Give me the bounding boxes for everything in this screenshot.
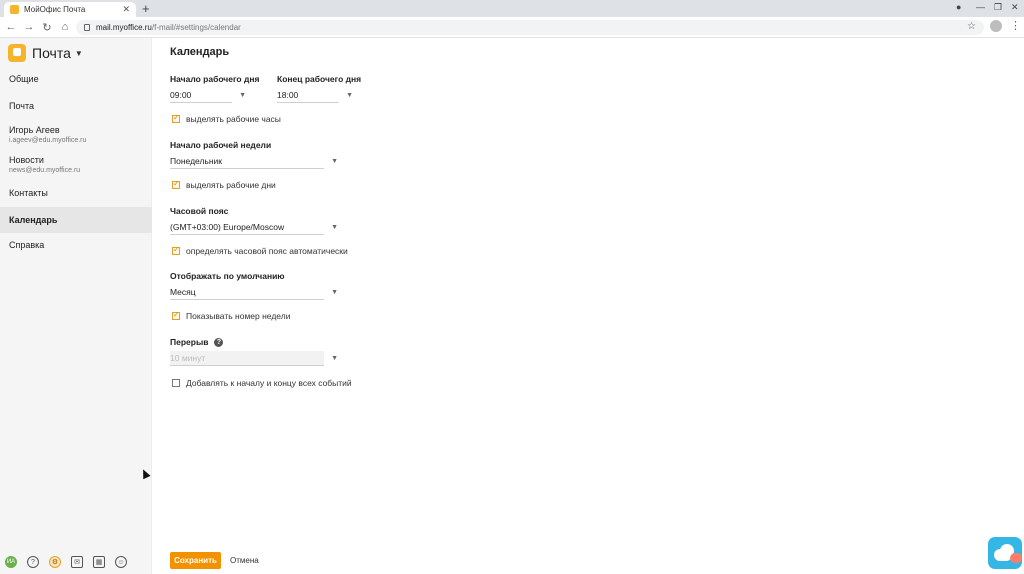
bookmark-star-icon[interactable]: ☆ xyxy=(967,21,976,32)
week-number-checkbox[interactable]: Показывать номер недели xyxy=(172,310,291,321)
caret-down-icon: ▼ xyxy=(331,288,338,296)
sidebar-item-mail[interactable]: Почта xyxy=(0,101,152,115)
sidebar-item-label: Игорь Агеев xyxy=(9,125,60,135)
checkbox-unchecked-icon xyxy=(172,379,180,387)
reload-icon[interactable]: ↻ xyxy=(38,21,56,34)
default-view-value: Месяц xyxy=(170,287,196,297)
caret-down-icon: ▼ xyxy=(331,354,338,362)
sidebar-item-label: Почта xyxy=(9,101,34,111)
app-switcher[interactable]: Почта ▼ xyxy=(8,44,83,62)
forward-arrow-icon[interactable]: → xyxy=(20,21,38,33)
week-start-value: Понедельник xyxy=(170,156,223,166)
bottom-app-bar: ИА ? ⚙ ✉ ▦ ☺ xyxy=(0,550,152,574)
browser-tabbar: МойОфис Почта ✕ + ● — ❐ ✕ xyxy=(0,0,1024,17)
workday-end-value: 18:00 xyxy=(277,90,299,100)
caret-down-icon: ▼ xyxy=(331,157,338,165)
sidebar-item-email: news@edu.myoffice.ru xyxy=(9,167,81,174)
new-tab-icon[interactable]: + xyxy=(142,1,150,16)
break-label-row: Перерыв ? xyxy=(170,337,224,347)
sidebar-item-label: Контакты xyxy=(9,188,48,198)
home-icon[interactable]: ⌂ xyxy=(56,21,74,33)
default-view-select[interactable]: Месяц ▼ xyxy=(170,285,338,300)
lock-icon xyxy=(84,24,90,31)
help-icon[interactable]: ? xyxy=(27,556,39,568)
add-break-label: Добавлять к началу и концу всех событий xyxy=(186,378,352,388)
timezone-label: Часовой пояс xyxy=(170,206,229,216)
myoffice-favicon-icon xyxy=(10,5,19,14)
sidebar-item-help[interactable]: Справка xyxy=(0,240,152,254)
sidebar-item-account-ageev[interactable]: Игорь Агеев i.ageev@edu.myoffice.ru xyxy=(0,125,152,149)
highlight-hours-label: выделять рабочие часы xyxy=(186,114,281,124)
sidebar-item-account-news[interactable]: Новости news@edu.myoffice.ru xyxy=(0,155,152,179)
workday-start-label: Начало рабочего дня xyxy=(170,74,260,84)
url-path: /f-mail/#settings/calendar xyxy=(151,23,241,32)
settings-gear-icon[interactable]: ⚙ xyxy=(49,556,61,568)
auto-timezone-label: определять часовой пояс автоматически xyxy=(186,246,348,256)
url-host: mail.myoffice.ru xyxy=(96,23,152,32)
back-arrow-icon[interactable]: ← xyxy=(2,21,20,33)
highlight-days-checkbox[interactable]: выделять рабочие дни xyxy=(172,179,276,190)
calendar-icon[interactable]: ▦ xyxy=(93,556,105,568)
browser-toolbar: ← → ↻ ⌂ mail.myoffice.ru/f-mail/#setting… xyxy=(0,17,1024,38)
sidebar-item-label: Календарь xyxy=(9,215,58,225)
cloud-accent xyxy=(1010,553,1022,563)
week-number-label: Показывать номер недели xyxy=(186,311,291,321)
auto-timezone-checkbox[interactable]: определять часовой пояс автоматически xyxy=(172,245,348,256)
mail-icon[interactable]: ✉ xyxy=(71,556,83,568)
break-label: Перерыв xyxy=(170,337,209,347)
sidebar-item-label: Новости xyxy=(9,155,44,165)
timezone-select[interactable]: (GMT+03:00) Europe/Moscow ▼ xyxy=(170,220,338,235)
sidebar-item-contacts[interactable]: Контакты xyxy=(0,188,152,202)
record-icon[interactable]: ● xyxy=(956,2,961,12)
profile-avatar-icon[interactable] xyxy=(990,20,1002,32)
checkbox-checked-icon xyxy=(172,310,180,320)
workday-end-select[interactable]: 18:00 ▼ xyxy=(277,88,353,103)
checkbox-checked-icon xyxy=(172,245,180,255)
close-window-icon[interactable]: ✕ xyxy=(1011,2,1019,13)
sidebar-item-calendar[interactable]: Календарь xyxy=(0,207,152,233)
contacts-icon[interactable]: ☺ xyxy=(115,556,127,568)
sidebar-item-email: i.ageev@edu.myoffice.ru xyxy=(9,137,87,144)
break-select: 10 минут ▼ xyxy=(170,351,338,366)
browser-tab[interactable]: МойОфис Почта ✕ xyxy=(4,2,136,17)
sidebar-item-general[interactable]: Общие xyxy=(0,74,152,88)
caret-down-icon: ▼ xyxy=(331,223,338,231)
caret-down-icon: ▼ xyxy=(74,48,83,58)
page-title: Календарь xyxy=(170,46,230,58)
address-bar[interactable]: mail.myoffice.ru/f-mail/#settings/calend… xyxy=(76,20,984,35)
checkbox-checked-icon xyxy=(172,113,180,123)
help-question-icon[interactable]: ? xyxy=(214,337,224,347)
sidebar-item-label: Справка xyxy=(9,240,45,250)
workday-end-label: Конец рабочего дня xyxy=(277,74,362,84)
highlight-hours-checkbox[interactable]: выделять рабочие часы xyxy=(172,113,281,124)
tab-title: МойОфис Почта xyxy=(24,5,86,14)
highlight-days-label: выделять рабочие дни xyxy=(186,180,276,190)
week-start-select[interactable]: Понедельник ▼ xyxy=(170,154,338,169)
checkbox-checked-icon xyxy=(172,179,180,189)
caret-down-icon: ▼ xyxy=(239,91,246,99)
sidebar: Почта ▼ Общие Почта Игорь Агеев i.ageev@… xyxy=(0,38,152,574)
cloud-widget-icon[interactable] xyxy=(988,537,1022,569)
settings-panel: Календарь Начало рабочего дня 09:00 ▼ Ко… xyxy=(152,38,1024,574)
app-name: Почта xyxy=(32,45,71,61)
close-tab-icon[interactable]: ✕ xyxy=(122,4,130,15)
timezone-value: (GMT+03:00) Europe/Moscow xyxy=(170,222,285,232)
save-button[interactable]: Сохранить xyxy=(170,552,221,569)
browser-menu-icon[interactable]: ⋮ xyxy=(1010,19,1021,32)
week-start-label: Начало рабочей недели xyxy=(170,140,272,150)
cancel-button[interactable]: Отмена xyxy=(230,556,259,565)
break-value: 10 минут xyxy=(170,353,206,363)
restore-icon[interactable]: ❐ xyxy=(994,2,1002,13)
mail-app-logo-icon xyxy=(8,44,26,62)
minimize-icon[interactable]: — xyxy=(976,2,985,12)
sidebar-item-label: Общие xyxy=(9,74,39,84)
add-break-checkbox[interactable]: Добавлять к началу и концу всех событий xyxy=(172,378,352,388)
caret-down-icon: ▼ xyxy=(346,91,353,99)
workday-start-value: 09:00 xyxy=(170,90,192,100)
default-view-label: Отображать по умолчанию xyxy=(170,271,285,281)
workday-start-select[interactable]: 09:00 ▼ xyxy=(170,88,246,103)
user-avatar[interactable]: ИА xyxy=(5,556,17,568)
